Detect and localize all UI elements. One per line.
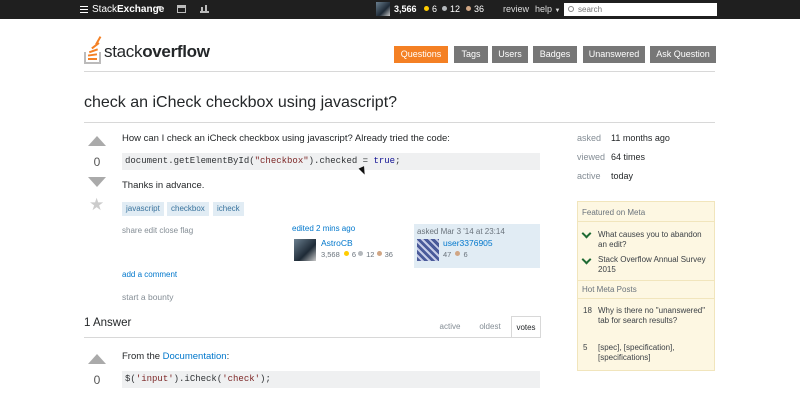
- tag-checkbox[interactable]: checkbox: [167, 202, 209, 216]
- stackexchange-brand[interactable]: StackExchange: [92, 4, 164, 15]
- stat-asked-value: 11 months ago: [611, 133, 670, 143]
- bronze-badge-icon: [455, 251, 461, 256]
- featured-link-1[interactable]: What causes you to abandon an edit?: [598, 230, 710, 250]
- hot-post-score: 18: [583, 306, 592, 315]
- silver-badge-icon: [358, 251, 364, 256]
- bronze-badge-icon: [376, 251, 382, 256]
- gold-badge-count: 6: [424, 4, 437, 14]
- stat-viewed-value: 64 times: [611, 152, 646, 162]
- help-link[interactable]: help ▼: [535, 4, 560, 14]
- edited-time-link[interactable]: edited 2 mins ago: [292, 224, 410, 233]
- answers-heading: 1 Answer: [84, 317, 132, 329]
- ask-question-button[interactable]: Ask Question: [650, 46, 716, 63]
- editor-reputation: 3,568 6 12 36: [321, 250, 393, 259]
- avatar[interactable]: [376, 2, 390, 16]
- stackoverflow-wordmark[interactable]: stackoverflow: [104, 42, 210, 62]
- question-code-block: document.getElementById("checkbox").chec…: [122, 153, 540, 170]
- hot-post-score: 5: [583, 343, 588, 352]
- bronze-badge-count: 36: [466, 4, 484, 14]
- tab-oldest[interactable]: oldest: [470, 316, 510, 338]
- hot-meta-heading: Hot Meta Posts: [582, 285, 637, 294]
- header-divider: [84, 71, 715, 72]
- stat-active-label: active: [577, 171, 601, 181]
- post-menu-links[interactable]: share edit close flag: [122, 226, 193, 235]
- silver-badge-icon: [442, 6, 447, 11]
- nav-questions[interactable]: Questions: [394, 46, 448, 63]
- title-divider: [84, 122, 715, 123]
- add-comment-link[interactable]: add a comment: [122, 270, 177, 279]
- stat-viewed-label: viewed: [577, 152, 606, 162]
- stackoverflow-logo-icon[interactable]: [84, 36, 102, 64]
- nav-users[interactable]: Users: [492, 46, 528, 63]
- gold-badge-icon: [424, 6, 429, 11]
- editor-user-card: edited 2 mins ago AstroCB 3,568 6 12 36: [292, 224, 410, 268]
- top-bar: StackExchange ▼ 3,566 6 12 36 review hel…: [0, 0, 800, 19]
- reputation-count[interactable]: 3,566: [394, 4, 417, 14]
- bronze-badge-icon: [466, 6, 471, 11]
- featured-meta-heading: Featured on Meta: [582, 208, 646, 217]
- answer-vote-count: 0: [93, 373, 101, 387]
- avatar[interactable]: [294, 239, 316, 261]
- asker-user-card: asked Mar 3 '14 at 23:14 user3376905 47 …: [414, 224, 540, 268]
- search-icon: [568, 6, 574, 12]
- question-body-text: How can I check an iCheck checkbox using…: [122, 133, 450, 144]
- stat-asked-label: asked: [577, 133, 602, 143]
- favorite-star-icon[interactable]: ★: [89, 195, 104, 215]
- review-link[interactable]: review: [503, 4, 529, 14]
- question-body-thanks: Thanks in advance.: [122, 180, 205, 191]
- avatar[interactable]: [417, 239, 439, 261]
- tab-votes[interactable]: votes: [511, 316, 541, 338]
- nav-badges[interactable]: Badges: [533, 46, 577, 63]
- upvote-arrow-icon[interactable]: [88, 354, 106, 364]
- meta-divider: [577, 280, 715, 281]
- asker-name-link[interactable]: user3376905: [443, 238, 493, 248]
- chevron-down-icon[interactable]: ▼: [156, 5, 163, 12]
- asker-reputation: 47 6: [443, 250, 468, 259]
- hamburger-menu-icon[interactable]: [80, 6, 88, 13]
- question-vote-count: 0: [93, 155, 101, 169]
- hot-meta-link-1[interactable]: Why is there no "unanswered" tab for sea…: [598, 306, 710, 326]
- upvote-arrow-icon[interactable]: [88, 136, 106, 146]
- stat-active-value[interactable]: today: [611, 171, 633, 181]
- answer-body-text: From the Documentation:: [122, 351, 230, 362]
- tab-active[interactable]: active: [431, 316, 469, 338]
- answer-code-block: $('input').iCheck('check');: [122, 371, 540, 388]
- start-bounty-link[interactable]: start a bounty: [122, 292, 174, 302]
- question-title[interactable]: check an iCheck checkbox using javascrip…: [84, 94, 397, 112]
- downvote-arrow-icon[interactable]: [88, 177, 106, 187]
- chevron-down-icon: ▼: [554, 8, 561, 14]
- meta-divider: [577, 221, 715, 222]
- achievements-icon[interactable]: [200, 5, 209, 13]
- answers-divider: [84, 337, 540, 338]
- editor-name-link[interactable]: AstroCB: [321, 238, 353, 248]
- gold-badge-icon: [343, 251, 349, 256]
- tag-javascript[interactable]: javascript: [122, 202, 164, 216]
- meta-divider: [577, 298, 715, 299]
- hot-meta-link-2[interactable]: [spec], [specification], [specifications…: [598, 343, 710, 363]
- documentation-link[interactable]: Documentation: [163, 351, 227, 362]
- featured-link-2[interactable]: Stack Overflow Annual Survey 2015: [598, 255, 710, 275]
- asked-time: asked Mar 3 '14 at 23:14: [417, 227, 505, 236]
- silver-badge-count: 12: [442, 4, 460, 14]
- tag-icheck[interactable]: icheck: [213, 202, 244, 216]
- inbox-icon[interactable]: [177, 5, 186, 13]
- nav-tags[interactable]: Tags: [454, 46, 488, 63]
- search-input[interactable]: [564, 3, 717, 16]
- nav-unanswered[interactable]: Unanswered: [583, 46, 645, 63]
